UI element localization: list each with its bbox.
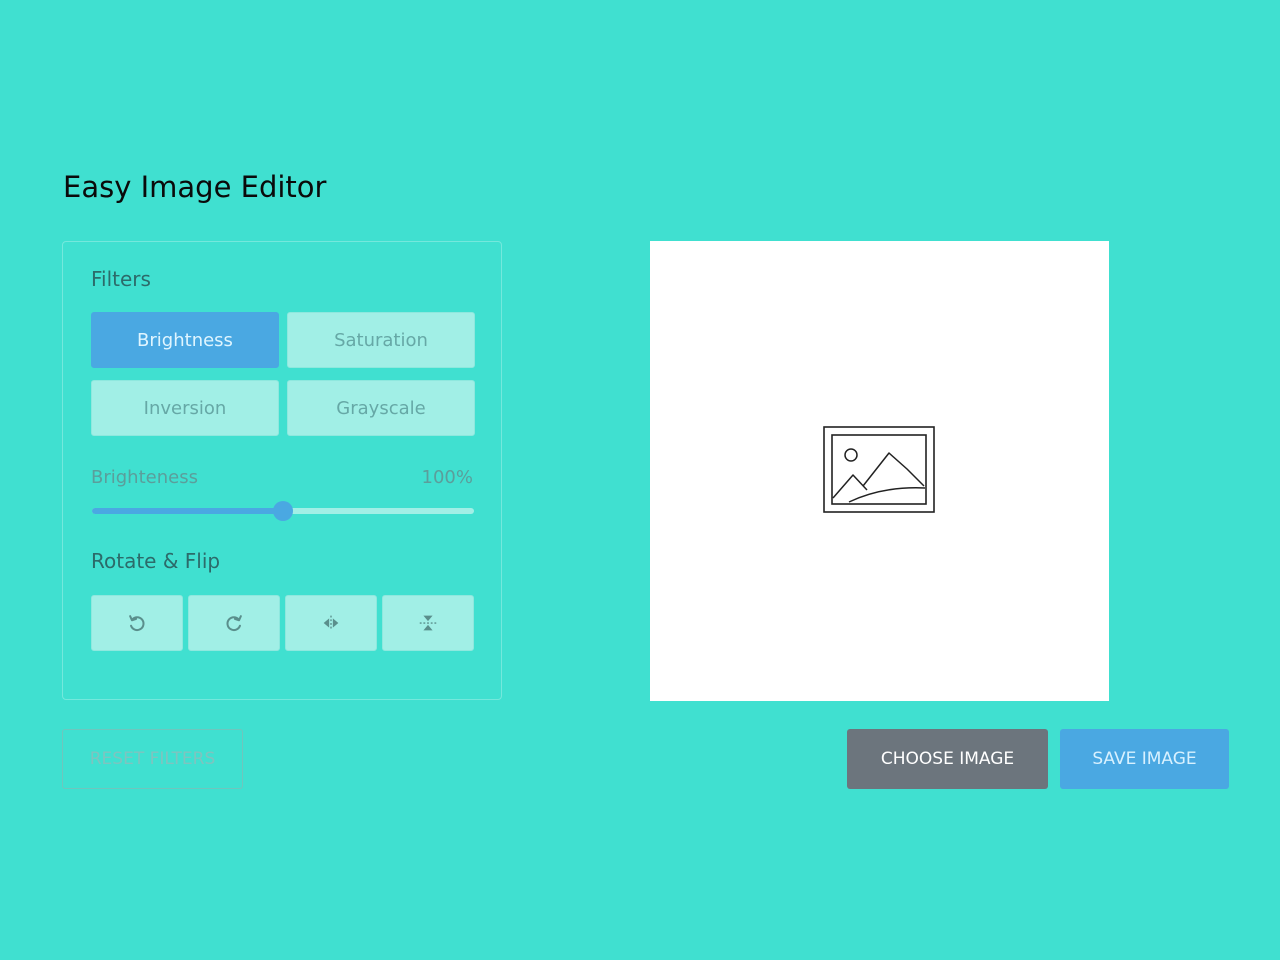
brightness-slider[interactable] [92, 501, 474, 521]
editor-panel: Filters Brightness Saturation Inversion … [62, 241, 502, 700]
rotate-right-button[interactable] [188, 595, 280, 651]
page-title: Easy Image Editor [63, 170, 327, 204]
filter-inversion-button[interactable]: Inversion [91, 380, 279, 436]
choose-image-button[interactable]: CHOOSE IMAGE [847, 729, 1048, 789]
rotate-left-icon [129, 615, 145, 632]
flip-vertical-button[interactable] [382, 595, 474, 651]
slider-value: 100% [421, 467, 473, 488]
filter-brightness-button[interactable]: Brightness [91, 312, 279, 368]
image-preview [650, 241, 1109, 701]
rotate-left-button[interactable] [91, 595, 183, 651]
rotate-right-icon [226, 615, 242, 632]
slider-fill [92, 508, 283, 514]
flip-horizontal-icon [323, 615, 339, 631]
filters-title: Filters [91, 267, 151, 291]
slider-label: Brighteness [91, 467, 198, 488]
filter-saturation-button[interactable]: Saturation [287, 312, 475, 368]
image-placeholder-icon [822, 426, 935, 513]
save-image-button[interactable]: SAVE IMAGE [1060, 729, 1229, 789]
rotate-flip-title: Rotate & Flip [91, 549, 221, 573]
image-editor-app: Easy Image Editor Filters Brightness Sat… [0, 0, 1280, 960]
slider-thumb[interactable] [273, 501, 293, 521]
flip-horizontal-button[interactable] [285, 595, 377, 651]
filter-grayscale-button[interactable]: Grayscale [287, 380, 475, 436]
flip-vertical-icon [419, 615, 437, 631]
reset-filters-button[interactable]: RESET FILTERS [62, 729, 243, 789]
